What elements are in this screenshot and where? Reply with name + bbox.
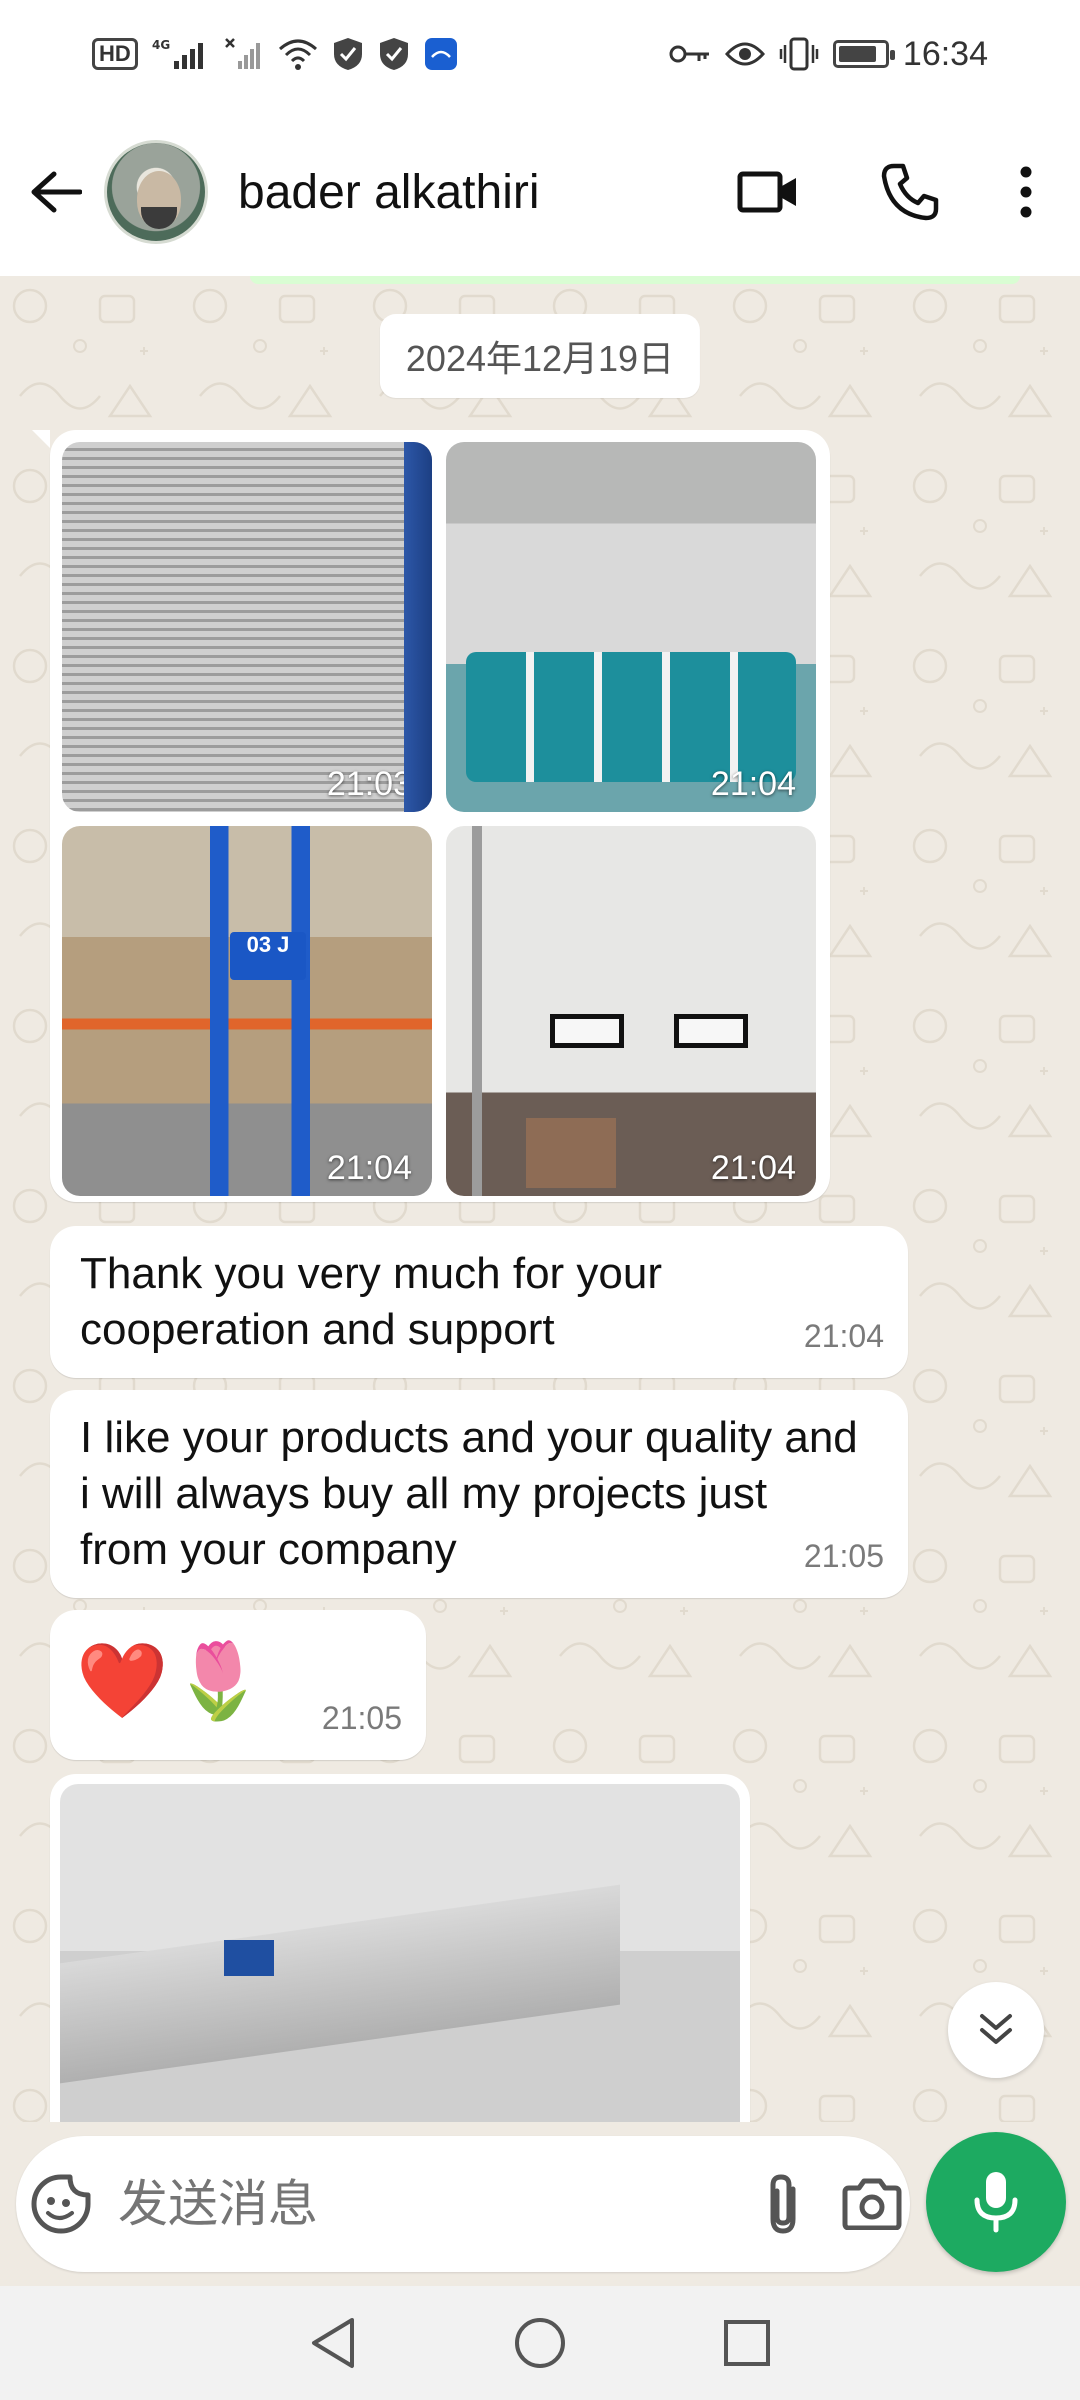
- message-time: 21:05: [803, 1538, 884, 1574]
- system-nav-bar: [0, 2286, 1080, 2400]
- avatar[interactable]: [104, 140, 208, 244]
- contact-name[interactable]: bader alkathiri: [238, 165, 720, 220]
- photo-message-bubble[interactable]: [50, 1774, 750, 2122]
- network-type-label: 4G: [152, 38, 170, 52]
- status-right: 16:34: [669, 35, 988, 74]
- album-photo[interactable]: 21:03: [62, 442, 432, 812]
- battery-fill: [838, 46, 876, 62]
- vibrate-icon: [779, 37, 819, 71]
- chat-header: bader alkathiri: [0, 108, 1080, 276]
- previous-message-edge: [250, 276, 1020, 284]
- signal-icon: 4G: [152, 37, 210, 71]
- composer-bar: [0, 2122, 1080, 2286]
- message-text: I like your products and your quality an…: [80, 1413, 858, 1574]
- scroll-to-bottom-button[interactable]: [948, 1982, 1044, 2078]
- more-vert-icon[interactable]: [978, 144, 1074, 240]
- photo-timestamp: 21:03: [326, 765, 412, 803]
- album-photo[interactable]: 21:04: [446, 826, 816, 1196]
- eye-icon: [724, 40, 765, 68]
- wifi-icon: [278, 37, 318, 71]
- chat-area[interactable]: 2024年12月19日 21:03 21:04 03 J 21:04 21:04…: [0, 276, 1080, 2122]
- message-bubble[interactable]: I like your products and your quality an…: [50, 1390, 908, 1598]
- message-time: 21:04: [803, 1318, 884, 1354]
- album-photo[interactable]: 03 J 21:04: [62, 826, 432, 1196]
- back-arrow-icon[interactable]: [8, 144, 104, 240]
- back-triangle-icon[interactable]: [293, 2303, 373, 2383]
- photo-timestamp: 21:04: [710, 1149, 796, 1187]
- camera-icon[interactable]: [841, 2156, 903, 2252]
- recents-square-icon[interactable]: [707, 2303, 787, 2383]
- home-circle-icon[interactable]: [500, 2303, 580, 2383]
- door-window: [674, 1014, 748, 1048]
- status-left: HD 4G: [92, 36, 458, 72]
- hd-icon: HD: [92, 38, 138, 70]
- mic-icon: [974, 2172, 1018, 2233]
- no-signal-icon: [224, 37, 264, 71]
- battery-icon: [832, 40, 895, 68]
- chevron-double-down-icon: [980, 2014, 1012, 2044]
- date-divider: 2024年12月19日: [379, 314, 701, 398]
- shield-icon: [332, 36, 364, 72]
- message-bubble[interactable]: Thank you very much for your cooperation…: [50, 1226, 908, 1378]
- photo-timestamp: 21:04: [710, 765, 796, 803]
- phone-icon[interactable]: [862, 144, 958, 240]
- mic-button[interactable]: [926, 2132, 1066, 2272]
- message-input[interactable]: [118, 2175, 761, 2233]
- sticker-icon[interactable]: [30, 2156, 92, 2252]
- shield-icon: [378, 36, 410, 72]
- video-call-icon[interactable]: [720, 144, 816, 240]
- app-badge-icon: [424, 37, 458, 71]
- message-input-container[interactable]: [16, 2136, 910, 2272]
- photo-album-bubble[interactable]: 21:03 21:04 03 J 21:04 21:04: [32, 430, 830, 1202]
- message-bubble[interactable]: ❤️🌷 21:05: [50, 1610, 426, 1760]
- message-time: 21:05: [321, 1700, 402, 1736]
- photo-timestamp: 21:04: [326, 1149, 412, 1187]
- key-icon: [669, 42, 711, 66]
- album-photo[interactable]: 21:04: [446, 442, 816, 812]
- rack-sign: 03 J: [230, 932, 306, 980]
- status-time: 16:34: [902, 34, 988, 73]
- attach-icon[interactable]: [761, 2156, 805, 2252]
- message-text: Thank you very much for your cooperation…: [80, 1249, 663, 1354]
- status-bar: HD 4G 16:34: [0, 0, 1080, 108]
- door-window: [550, 1014, 624, 1048]
- photo-preview[interactable]: [60, 1784, 740, 2122]
- cardboard-box: [526, 1118, 616, 1188]
